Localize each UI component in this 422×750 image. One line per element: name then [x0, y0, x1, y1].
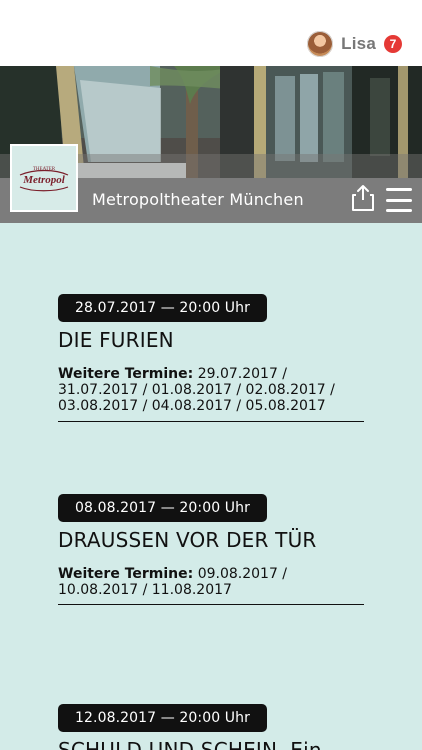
menu-icon [386, 188, 412, 191]
event-divider [58, 421, 364, 422]
avatar-icon [307, 31, 334, 57]
event-date-time: 28.07.2017 — 20:00 Uhr [58, 294, 267, 322]
menu-icon [386, 209, 412, 212]
additional-dates: Weitere Termine: 29.07.2017 / 31.07.2017… [58, 366, 364, 414]
user-menu[interactable]: Lisa 7 [307, 30, 402, 58]
event-date-time: 08.08.2017 — 20:00 Uhr [58, 494, 267, 522]
menu-icon [386, 198, 412, 202]
user-name: Lisa [341, 34, 376, 53]
menu-button[interactable] [384, 188, 414, 212]
event-title: SCHULD UND SCHEIN. Ein [58, 738, 322, 750]
event-title: DRAUSSEN VOR DER TÜR [58, 528, 317, 552]
metropol-logo: THEATER Metropol [12, 146, 76, 210]
venue-name: Metropoltheater München [92, 190, 304, 209]
logo-text: Metropol [22, 174, 66, 186]
venue-logo[interactable]: THEATER Metropol [10, 144, 78, 212]
additional-dates-label: Weitere Termine: [58, 566, 194, 582]
additional-dates: Weitere Termine: 09.08.2017 / 10.08.2017… [58, 566, 364, 598]
event-divider [58, 604, 364, 605]
additional-dates-label: Weitere Termine: [58, 366, 194, 382]
event-title: DIE FURIEN [58, 328, 174, 352]
event-card-2[interactable]: 08.08.2017 — 20:00 Uhr DRAUSSEN VOR DER … [58, 494, 364, 606]
share-button[interactable] [349, 182, 377, 214]
event-card-1[interactable]: 28.07.2017 — 20:00 Uhr DIE FURIEN Weiter… [58, 294, 364, 424]
event-card-3[interactable]: 12.08.2017 — 20:00 Uhr SCHULD UND SCHEIN… [58, 704, 364, 750]
share-icon [352, 185, 374, 211]
top-bar: Lisa 7 [0, 0, 422, 66]
notification-badge[interactable]: 7 [384, 35, 402, 53]
event-date-time: 12.08.2017 — 20:00 Uhr [58, 704, 267, 732]
